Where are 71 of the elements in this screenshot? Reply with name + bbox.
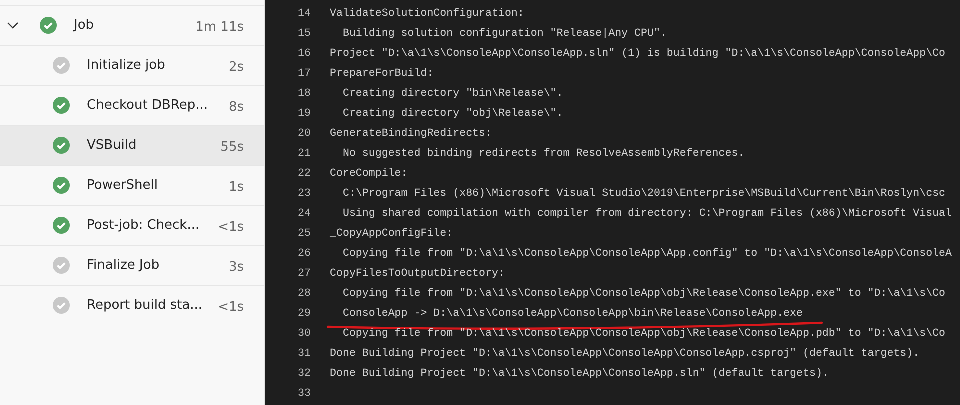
step-row[interactable]: PowerShell 1s bbox=[0, 165, 264, 205]
step-row[interactable]: Initialize job 2s bbox=[0, 45, 264, 85]
step-name: Finalize Job bbox=[87, 258, 161, 273]
step-name: Initialize job bbox=[87, 58, 166, 73]
log-line: Done Building Project "D:\a\1\s\ConsoleApp\ConsoleApp.sln" (default targets). bbox=[330, 368, 829, 380]
line-number: 25 bbox=[297, 228, 311, 240]
log-line: GenerateBindingRedirects: bbox=[330, 128, 492, 140]
line-number: 23 bbox=[297, 188, 311, 200]
log-line: Copying file from "D:\a\1\s\ConsoleApp\ConsoleApp\obj\Release\ConsoleApp.pdb" to "D:\a\1\s\Co bbox=[342, 328, 946, 340]
line-number: 22 bbox=[297, 168, 311, 180]
step-name: PowerShell bbox=[87, 178, 160, 193]
line-number: 27 bbox=[297, 268, 311, 280]
step-name: VSBuild bbox=[87, 138, 138, 153]
log-line: CopyFilesToOutputDirectory: bbox=[330, 268, 505, 280]
chevron-down-icon[interactable] bbox=[7, 22, 19, 30]
step-name: Report build sta... bbox=[87, 298, 204, 313]
log-line: Building solution configuration "Release|Any CPU". bbox=[342, 28, 667, 40]
step-duration: 2s bbox=[228, 59, 244, 75]
check-circle-icon bbox=[53, 57, 70, 74]
line-number: 18 bbox=[297, 88, 311, 100]
check-circle-icon bbox=[53, 137, 70, 154]
line-number: 24 bbox=[297, 208, 311, 220]
job-name: Job bbox=[74, 18, 96, 33]
step-duration: 8s bbox=[228, 99, 244, 115]
line-number: 16 bbox=[297, 48, 311, 60]
log-line: CoreCompile: bbox=[330, 168, 408, 180]
log-line: ConsoleApp -> D:\a\1\s\ConsoleApp\ConsoleApp\bin\Release\ConsoleApp.exe bbox=[342, 308, 803, 320]
line-number: 30 bbox=[297, 328, 311, 340]
line-number: 14 bbox=[297, 8, 311, 20]
log-line: PrepareForBuild: bbox=[330, 68, 434, 80]
line-number: 19 bbox=[297, 108, 311, 120]
log-line: Copying file from "D:\a\1\s\ConsoleApp\ConsoleApp\App.config" to "D:\a\1\s\ConsoleApp\ConsoleA bbox=[342, 248, 952, 260]
job-row[interactable]: Job 1m 11s bbox=[0, 5, 264, 45]
line-number: 17 bbox=[297, 68, 311, 80]
step-row[interactable]: Report build sta... <1s bbox=[0, 285, 264, 325]
check-circle-icon bbox=[53, 257, 70, 274]
step-row[interactable]: VSBuild 55s bbox=[0, 125, 264, 165]
line-number: 20 bbox=[297, 128, 311, 140]
line-number: 29 bbox=[297, 308, 311, 320]
step-name: Checkout DBRep... bbox=[87, 98, 209, 113]
line-number: 21 bbox=[297, 148, 311, 160]
check-circle-icon bbox=[53, 177, 70, 194]
check-circle-icon bbox=[53, 297, 70, 314]
log-line: Using shared compilation with compiler from directory: C:\Program Files (x86)\Microsoft Visual bbox=[342, 208, 952, 220]
line-number: 15 bbox=[297, 28, 311, 40]
line-number: 26 bbox=[297, 248, 311, 260]
log-line: No suggested binding redirects from ResolveAssemblyReferences. bbox=[342, 148, 745, 160]
line-number: 32 bbox=[297, 368, 311, 380]
log-line: C:\Program Files (x86)\Microsoft Visual Studio\2019\Enterprise\MSBuild\Current\Bin\Roslyn\csc bbox=[342, 188, 946, 200]
check-circle-icon bbox=[53, 97, 70, 114]
step-duration: 3s bbox=[228, 259, 244, 275]
check-circle-icon bbox=[53, 217, 70, 234]
job-duration: 1m 11s bbox=[196, 19, 244, 35]
log-line: ValidateSolutionConfiguration: bbox=[330, 8, 524, 20]
log-line: Project "D:\a\1\s\ConsoleApp\ConsoleApp.sln" (1) is building "D:\a\1\s\ConsoleApp\ConsoleApp\Co bbox=[330, 48, 946, 60]
line-number: 31 bbox=[297, 348, 311, 360]
step-duration: <1s bbox=[218, 299, 244, 315]
line-number: 28 bbox=[297, 288, 311, 300]
log-line: Creating directory "bin\Release\". bbox=[342, 88, 564, 100]
step-duration: <1s bbox=[218, 219, 244, 235]
step-duration: 1s bbox=[228, 179, 244, 195]
step-row[interactable]: Post-job: Check... <1s bbox=[0, 205, 264, 245]
step-name: Post-job: Check... bbox=[87, 218, 201, 233]
check-circle-icon bbox=[40, 17, 57, 34]
log-line: Creating directory "obj\Release\". bbox=[342, 108, 564, 120]
log-line: Done Building Project "D:\a\1\s\ConsoleApp\ConsoleApp\ConsoleApp.csproj" (default targets). bbox=[330, 348, 920, 360]
log-line: Copying file from "D:\a\1\s\ConsoleApp\ConsoleApp\obj\Release\ConsoleApp.exe" to "D:\a\1\s\Co bbox=[342, 288, 946, 300]
step-row[interactable]: Finalize Job 3s bbox=[0, 245, 264, 285]
line-number: 33 bbox=[297, 388, 311, 400]
step-duration: 55s bbox=[220, 139, 244, 155]
log-line: _CopyAppConfigFile: bbox=[330, 228, 454, 240]
